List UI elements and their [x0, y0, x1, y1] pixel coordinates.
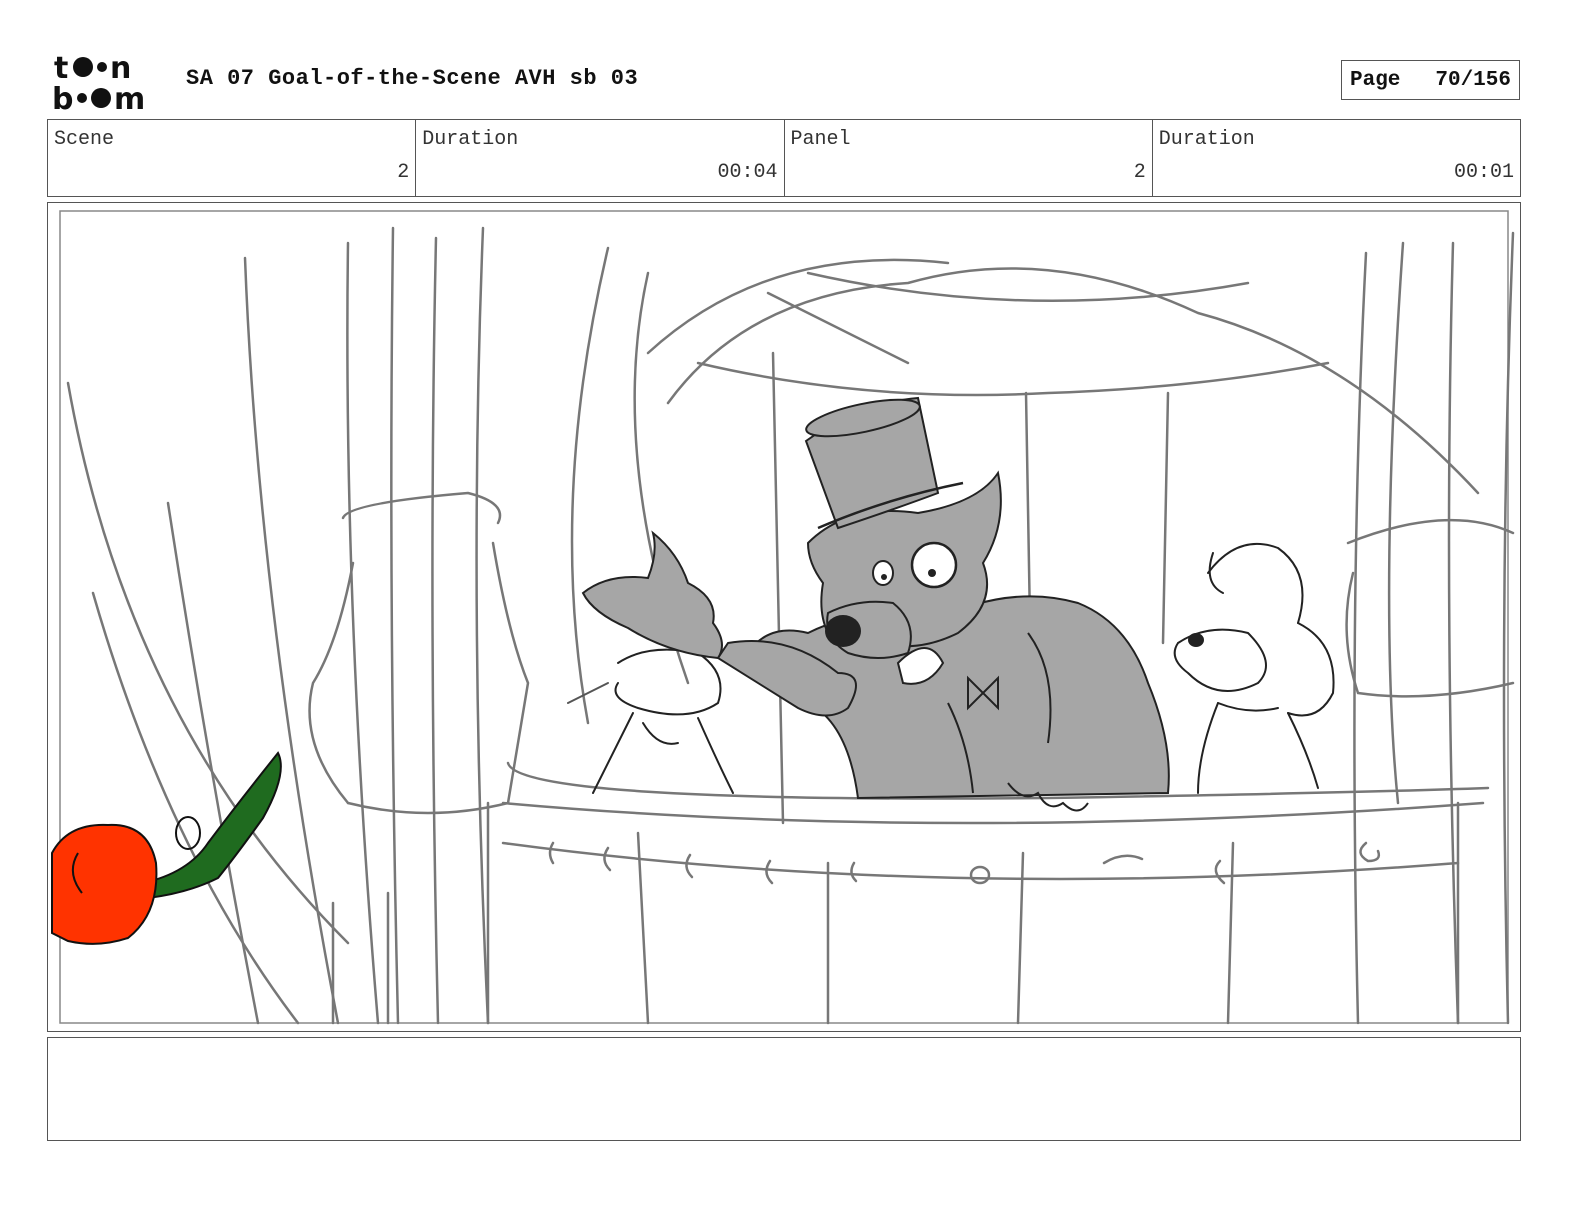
panel-notes	[47, 1037, 1521, 1141]
page-indicator: Page 70/156	[1341, 60, 1520, 100]
panel-duration-cell: Duration 00:01	[1153, 120, 1520, 196]
panel-value: 2	[1133, 161, 1146, 184]
svg-text:t: t	[54, 51, 68, 86]
rose-icon	[51, 751, 282, 945]
scene-duration-value: 00:04	[717, 161, 778, 184]
toon-boom-logo: t n b m	[52, 51, 145, 112]
shot-info-row: Scene 2 Duration 00:04 Panel 2 Duration …	[47, 119, 1521, 197]
scene-duration-label: Duration	[422, 128, 519, 151]
page-number: 70/156	[1435, 68, 1511, 92]
wolf-character	[581, 396, 1170, 812]
storyboard-panel	[47, 202, 1521, 1032]
document-title: SA 07 Goal-of-the-Scene AVH sb 03	[186, 66, 639, 91]
scene-value: 2	[397, 161, 410, 184]
scene-label: Scene	[54, 128, 115, 151]
safe-frame	[59, 210, 1509, 1024]
scene-cell: Scene 2	[48, 120, 417, 196]
scene-duration-cell: Duration 00:04	[416, 120, 785, 196]
svg-text:n: n	[110, 51, 131, 86]
svg-text:b: b	[52, 82, 73, 112]
page-label: Page	[1350, 68, 1401, 92]
panel-cell: Panel 2	[785, 120, 1153, 196]
panel-label: Panel	[790, 128, 851, 151]
svg-text:m: m	[114, 82, 145, 112]
panel-duration-value: 00:01	[1453, 161, 1514, 184]
panel-sketch	[51, 210, 1515, 1025]
panel-duration-label: Duration	[1158, 128, 1255, 151]
background-sketch	[66, 226, 1515, 1025]
